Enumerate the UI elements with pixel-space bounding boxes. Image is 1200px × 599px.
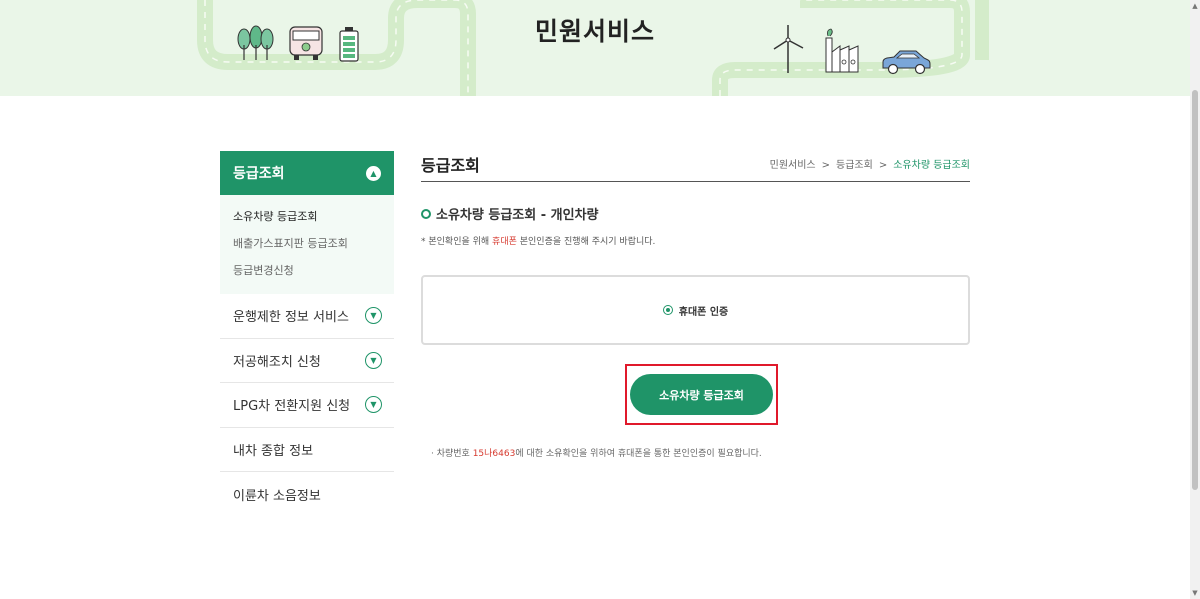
chevron-down-icon[interactable]: ▼ bbox=[365, 307, 382, 325]
notice-suffix: 본인인증을 진행해 주시기 바랍니다. bbox=[516, 237, 656, 247]
breadcrumb-current: 소유차량 등급조회 bbox=[893, 160, 970, 171]
chevron-down-icon[interactable]: ▼ bbox=[365, 396, 382, 414]
submenu-grade-change-request[interactable]: 등급변경신청 bbox=[233, 257, 394, 284]
breadcrumb-separator: > bbox=[821, 160, 831, 171]
sidebar-item-label: 이륜차 소음정보 bbox=[233, 488, 321, 504]
breadcrumb: 민원서비스 > 등급조회 > 소유차량 등급조회 bbox=[770, 156, 970, 171]
sidebar-item-label: 내차 종합 정보 bbox=[233, 443, 314, 459]
plate-number: 15나6463 bbox=[472, 449, 516, 459]
page-title: 민원서비스 bbox=[534, 17, 655, 46]
section-title: 소유차량 등급조회 - 개인차량 bbox=[421, 204, 599, 223]
auth-notice: * 본인확인을 위해 휴대폰 본인인증을 진행해 주시기 바랍니다. bbox=[421, 234, 655, 247]
sidebar-item-low-emission[interactable]: 저공해조치 신청 ▼ bbox=[220, 339, 394, 383]
footnote-suffix: 에 대한 소유확인을 위하여 휴대폰을 통한 본인인증이 필요합니다. bbox=[515, 449, 762, 459]
scroll-down-arrow-icon[interactable]: ▼ bbox=[1190, 587, 1200, 599]
submenu-emission-label-grade[interactable]: 배출가스표지판 등급조회 bbox=[233, 230, 394, 257]
chevron-up-icon[interactable]: ▲ bbox=[366, 165, 381, 181]
sidebar-item-label: 저공해조치 신청 bbox=[233, 354, 321, 370]
sidebar-group-grade-lookup[interactable]: 등급조회 ▲ bbox=[220, 151, 394, 195]
breadcrumb-item[interactable]: 민원서비스 bbox=[770, 160, 816, 171]
notice-highlight: 휴대폰 bbox=[492, 237, 517, 247]
phone-auth-label[interactable]: 휴대폰 인증 bbox=[679, 303, 728, 318]
page-scrollbar[interactable]: ▲ ▼ bbox=[1190, 0, 1200, 599]
sidebar-item-label: 운행제한 정보 서비스 bbox=[233, 310, 349, 326]
sidebar-item-restriction-info[interactable]: 운행제한 정보 서비스 ▼ bbox=[220, 294, 394, 339]
section-title-text: 소유차량 등급조회 - 개인차량 bbox=[436, 208, 599, 223]
chevron-down-icon[interactable]: ▼ bbox=[365, 351, 382, 369]
content-header: 등급조회 민원서비스 > 등급조회 > 소유차량 등급조회 bbox=[421, 150, 970, 182]
sidebar-item-lpg-conversion[interactable]: LPG차 전환지원 신청 ▼ bbox=[220, 383, 394, 428]
owned-vehicle-lookup-button[interactable]: 소유차량 등급조회 bbox=[630, 374, 773, 415]
electric-car-icon bbox=[882, 50, 931, 75]
sidebar-item-motorcycle-noise[interactable]: 이륜차 소음정보 bbox=[220, 472, 394, 517]
footnote: · 차량번호 15나6463에 대한 소유확인을 위하여 휴대폰을 통한 본인인… bbox=[431, 446, 762, 459]
breadcrumb-separator: > bbox=[878, 160, 888, 171]
phone-auth-radio[interactable] bbox=[662, 305, 673, 315]
sidebar-item-my-car-info[interactable]: 내차 종합 정보 bbox=[220, 428, 394, 472]
sidebar-item-label: LPG차 전환지원 신청 bbox=[233, 399, 351, 415]
breadcrumb-item[interactable]: 등급조회 bbox=[836, 160, 873, 171]
radio-selected-icon bbox=[665, 308, 670, 312]
scroll-thumb[interactable] bbox=[1192, 90, 1198, 490]
content-title: 등급조회 bbox=[421, 156, 480, 175]
hero-banner: 민원서비스 bbox=[0, 0, 1190, 96]
notice-prefix: * 본인확인을 위해 bbox=[421, 237, 493, 247]
sidebar-group-label: 등급조회 bbox=[233, 166, 285, 182]
auth-method-box: 휴대폰 인증 bbox=[421, 275, 970, 345]
ring-bullet-icon bbox=[421, 208, 431, 219]
submenu-owned-vehicle-grade[interactable]: 소유차량 등급조회 bbox=[233, 203, 394, 230]
scroll-up-arrow-icon[interactable]: ▲ bbox=[1190, 0, 1200, 12]
footnote-prefix: · 차량번호 bbox=[431, 449, 473, 459]
sidebar-nav: 등급조회 ▲ 소유차량 등급조회 배출가스표지판 등급조회 등급변경신청 운행제… bbox=[220, 151, 394, 511]
sidebar-submenu: 소유차량 등급조회 배출가스표지판 등급조회 등급변경신청 bbox=[220, 195, 394, 294]
